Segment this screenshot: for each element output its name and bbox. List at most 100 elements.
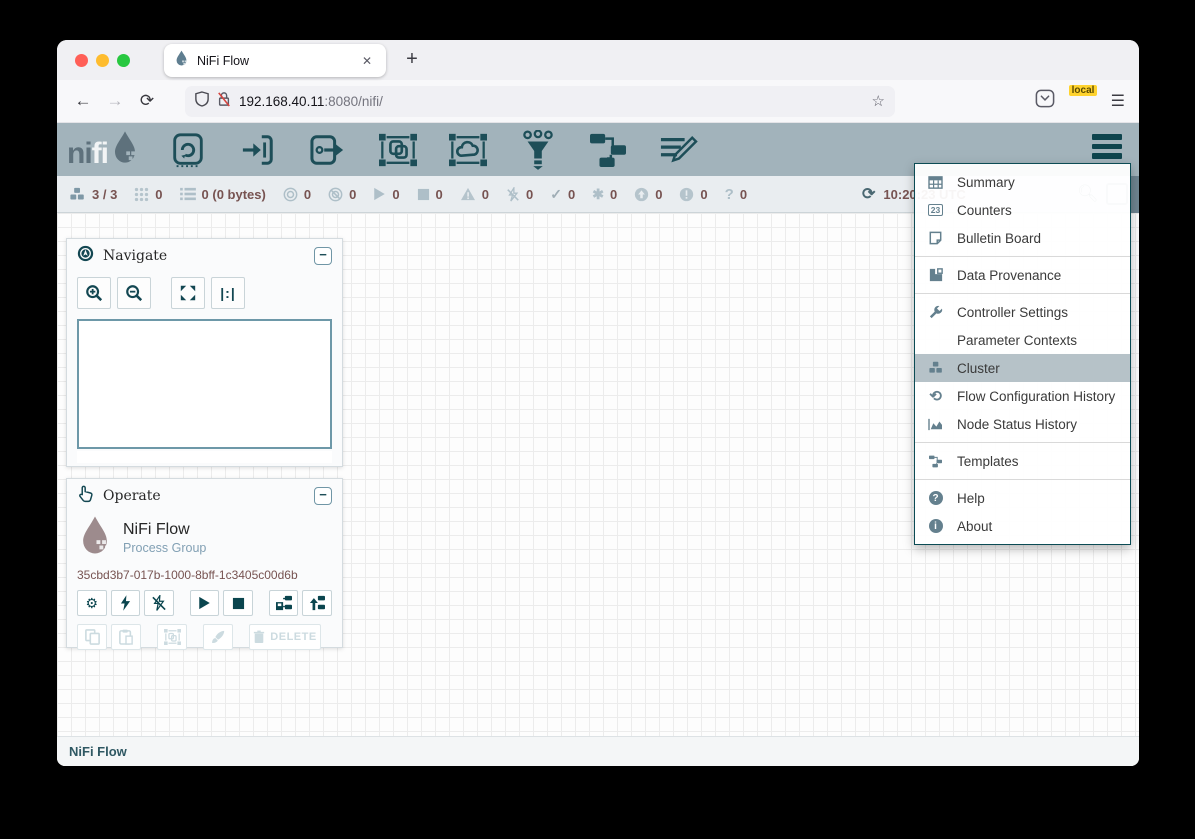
label-icon[interactable]: [656, 130, 700, 170]
navigate-palette: Navigate − |:|: [66, 238, 343, 467]
active-threads-count: 0: [155, 187, 162, 202]
active-threads-icon: [134, 187, 149, 202]
funnel-icon[interactable]: [516, 130, 560, 170]
process-group-icon[interactable]: [376, 130, 420, 170]
upload-template-button[interactable]: [302, 590, 332, 616]
transmitting-icon: [283, 187, 298, 202]
tab-close-icon[interactable]: ✕: [358, 52, 376, 70]
configure-button[interactable]: ⚙: [77, 590, 107, 616]
new-tab-button[interactable]: +: [399, 48, 425, 71]
bookmark-star-icon[interactable]: ☆: [872, 92, 885, 110]
cluster-icon: [69, 187, 86, 202]
operate-buttons-row-1: ⚙: [77, 590, 332, 616]
cluster-status: 3 / 3: [69, 187, 117, 202]
controller-settings-icon: [927, 305, 944, 319]
create-template-button[interactable]: [269, 590, 299, 616]
nifi-favicon: [174, 50, 189, 71]
disabled-icon: [506, 187, 520, 202]
invalid-icon: [460, 187, 476, 201]
breadcrumb-root[interactable]: NiFi Flow: [69, 744, 127, 759]
paste-button: [111, 624, 141, 650]
copy-button: [77, 624, 107, 650]
profile-badge: local: [1069, 85, 1098, 96]
remote-process-group-icon[interactable]: [446, 130, 490, 170]
operate-title: Operate: [103, 488, 305, 504]
menu-separator: [915, 442, 1130, 443]
up-to-date-count: 0: [568, 187, 575, 202]
zoom-out-button[interactable]: [117, 277, 151, 309]
stale-status: 0: [634, 187, 662, 202]
logo-text-ni: ni: [67, 139, 92, 169]
invalid-count: 0: [482, 187, 489, 202]
menu-item-counters[interactable]: 23 Counters: [915, 196, 1130, 224]
back-button[interactable]: ←: [67, 91, 99, 111]
breadcrumb-bar: NiFi Flow: [57, 736, 1139, 766]
queued-status: 0 (0 bytes): [180, 187, 266, 202]
disable-button[interactable]: [144, 590, 174, 616]
tab-title: NiFi Flow: [197, 54, 358, 68]
running-status: 0: [373, 187, 399, 202]
menu-separator: [915, 293, 1130, 294]
queued-count: 0 (0 bytes): [202, 187, 266, 202]
stopped-count: 0: [436, 187, 443, 202]
url-host: 192.168.40.11: [239, 94, 324, 109]
invalid-status: 0: [460, 187, 489, 202]
menu-item-about[interactable]: i About: [915, 512, 1130, 540]
operate-buttons-row-2: DELETE: [77, 624, 332, 650]
navigate-collapse-button[interactable]: −: [314, 247, 332, 265]
zoom-actual-size-button[interactable]: |:|: [211, 277, 245, 309]
start-button[interactable]: [190, 590, 220, 616]
macos-window-controls: [75, 54, 130, 67]
refresh-icon[interactable]: ⟳: [862, 184, 875, 204]
firefox-nav-bar: ← → ⟳ 192.168.40.11 :8080/nifi/ ☆ local …: [57, 80, 1139, 123]
url-path: :8080/nifi/: [324, 94, 383, 109]
profile-avatar[interactable]: local: [1071, 89, 1095, 113]
sync-failure-icon: ?: [725, 187, 734, 202]
summary-icon: [927, 176, 944, 189]
close-window-button[interactable]: [75, 54, 88, 67]
shield-icon[interactable]: [195, 91, 209, 112]
fill-color-button: [203, 624, 233, 650]
up-to-date-status: ✓ 0: [550, 187, 575, 202]
counters-icon: 23: [927, 204, 944, 216]
browser-tab[interactable]: NiFi Flow ✕: [164, 44, 386, 77]
running-count: 0: [392, 187, 399, 202]
insecure-lock-icon[interactable]: [217, 91, 231, 112]
menu-item-data-provenance[interactable]: Data Provenance: [915, 261, 1130, 289]
menu-item-flow-configuration-history[interactable]: ⟲ Flow Configuration History: [915, 382, 1130, 410]
sync-failure-status: ? 0: [725, 187, 747, 202]
minimize-window-button[interactable]: [96, 54, 109, 67]
pocket-icon[interactable]: [1035, 89, 1055, 113]
birdseye-minimap[interactable]: [77, 319, 332, 449]
menu-item-help[interactable]: ? Help: [915, 484, 1130, 512]
node-status-history-icon: [927, 418, 944, 431]
active-threads-status: 0: [134, 187, 162, 202]
stop-button[interactable]: [223, 590, 253, 616]
reload-button[interactable]: ⟳: [131, 91, 163, 111]
operate-collapse-button[interactable]: −: [314, 487, 332, 505]
enable-button[interactable]: [111, 590, 141, 616]
url-bar[interactable]: 192.168.40.11 :8080/nifi/ ☆: [185, 86, 895, 117]
zoom-in-button[interactable]: [77, 277, 111, 309]
menu-item-controller-settings[interactable]: Controller Settings: [915, 298, 1130, 326]
processor-icon[interactable]: [166, 130, 210, 170]
one-to-one-label: |:|: [220, 285, 236, 301]
template-icon[interactable]: [586, 130, 630, 170]
sync-failure-count: 0: [740, 187, 747, 202]
zoom-fit-button[interactable]: [171, 277, 205, 309]
locally-modified-status: ✱ 0: [592, 187, 617, 202]
running-icon: [373, 187, 386, 201]
output-port-icon[interactable]: [306, 130, 350, 170]
menu-item-parameter-contexts[interactable]: Parameter Contexts: [915, 326, 1130, 354]
menu-item-node-status-history[interactable]: Node Status History: [915, 410, 1130, 438]
menu-item-bulletin-board[interactable]: Bulletin Board: [915, 224, 1130, 252]
forward-button: →: [99, 91, 131, 111]
global-menu-button[interactable]: [1092, 134, 1122, 159]
maximize-window-button[interactable]: [117, 54, 130, 67]
menu-item-cluster[interactable]: Cluster: [915, 354, 1130, 382]
input-port-icon[interactable]: [236, 130, 280, 170]
not-transmitting-icon: [328, 187, 343, 202]
menu-item-summary[interactable]: Summary: [915, 168, 1130, 196]
menu-item-templates[interactable]: Templates: [915, 447, 1130, 475]
firefox-menu-icon[interactable]: ☰: [1111, 91, 1125, 111]
